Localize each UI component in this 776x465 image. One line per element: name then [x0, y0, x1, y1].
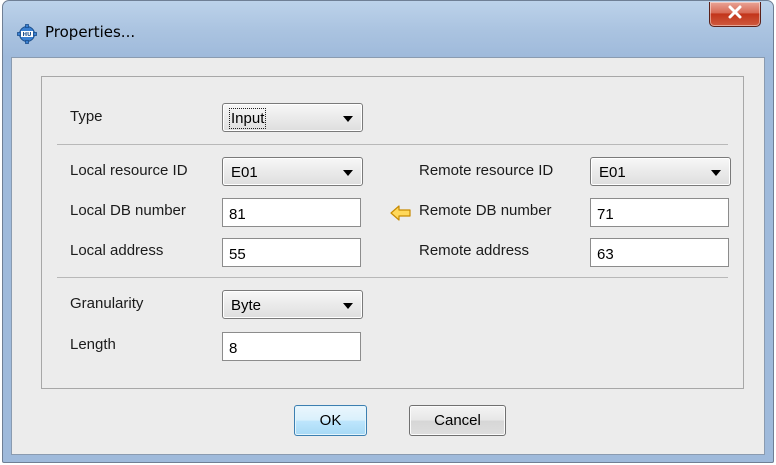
remote-resource-id-value: E01 — [599, 164, 626, 181]
local-address-label: Local address — [70, 242, 164, 259]
granularity-dropdown[interactable]: Byte — [222, 290, 363, 319]
close-icon — [727, 5, 743, 23]
remote-resource-id-dropdown[interactable]: E01 — [590, 157, 731, 186]
local-db-number-value: 81 — [229, 206, 246, 223]
type-dropdown[interactable]: Input — [222, 103, 363, 132]
chevron-down-icon — [343, 303, 353, 309]
length-label: Length — [70, 336, 116, 353]
remote-address-label: Remote address — [419, 242, 530, 259]
properties-window: HU Properties... Type Input Local resour… — [2, 0, 774, 463]
remote-address-value: 63 — [597, 246, 614, 263]
type-label: Type — [70, 108, 103, 125]
length-input[interactable]: 8 — [222, 332, 361, 361]
dialog-body: Type Input Local resource ID E01 Remote … — [11, 57, 765, 455]
properties-group: Type Input Local resource ID E01 Remote … — [41, 76, 744, 389]
granularity-value: Byte — [231, 297, 262, 314]
length-value: 8 — [229, 340, 238, 357]
chevron-down-icon — [343, 116, 353, 122]
granularity-label: Granularity — [70, 295, 144, 312]
chevron-down-icon — [343, 170, 353, 176]
title-bar[interactable]: HU Properties... — [3, 1, 773, 57]
local-resource-id-label: Local resource ID — [70, 162, 188, 179]
separator-top — [57, 144, 728, 145]
arrow-left-icon — [390, 205, 412, 225]
chevron-down-icon — [711, 170, 721, 176]
local-db-number-input[interactable]: 81 — [222, 198, 361, 227]
separator-bottom — [57, 277, 728, 278]
local-db-number-label: Local DB number — [70, 202, 186, 219]
local-resource-id-value: E01 — [231, 164, 258, 181]
svg-text:HU: HU — [22, 32, 31, 38]
remote-db-number-input[interactable]: 71 — [590, 198, 729, 227]
ok-button[interactable]: OK — [294, 405, 367, 436]
gear-app-icon: HU — [17, 24, 37, 44]
remote-address-input[interactable]: 63 — [590, 238, 729, 267]
cancel-button[interactable]: Cancel — [409, 405, 506, 436]
local-address-input[interactable]: 55 — [222, 238, 361, 267]
remote-db-number-label: Remote DB number — [419, 202, 552, 219]
local-address-value: 55 — [229, 246, 246, 263]
remote-resource-id-label: Remote resource ID — [419, 162, 554, 179]
close-button[interactable] — [709, 2, 761, 27]
type-value: Input — [228, 108, 267, 129]
local-resource-id-dropdown[interactable]: E01 — [222, 157, 363, 186]
remote-db-number-value: 71 — [597, 206, 614, 223]
window-title: Properties... — [45, 23, 136, 41]
